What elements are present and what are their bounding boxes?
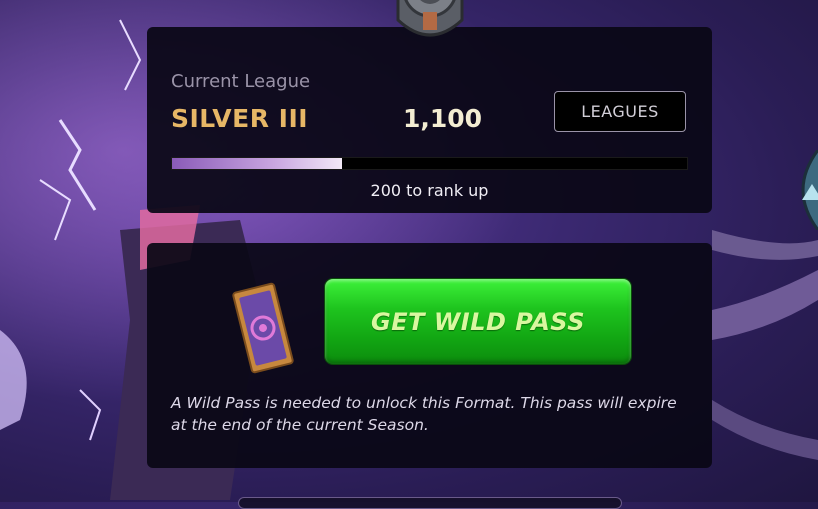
- get-wild-pass-label: GET WILD PASS: [371, 307, 585, 336]
- league-points: 1,100: [403, 104, 483, 133]
- rank-progress-fill: [172, 158, 342, 169]
- rank-progress-bar: [171, 157, 688, 170]
- current-league-label: Current League: [171, 71, 311, 92]
- leagues-button[interactable]: LEAGUES: [554, 91, 686, 132]
- wild-pass-note: A Wild Pass is needed to unlock this For…: [171, 394, 677, 434]
- get-wild-pass-button[interactable]: GET WILD PASS: [325, 279, 631, 364]
- bottom-panel-edge: [238, 497, 622, 509]
- wild-pass-ticket-icon: [232, 282, 294, 374]
- wild-pass-panel: GET WILD PASS A Wild Pass is needed to u…: [147, 243, 712, 468]
- rank-up-text: 200 to rank up: [370, 181, 489, 200]
- side-nav-icon[interactable]: [788, 150, 818, 230]
- league-emblem-icon: [396, 0, 464, 37]
- league-name: SILVER III: [171, 104, 309, 133]
